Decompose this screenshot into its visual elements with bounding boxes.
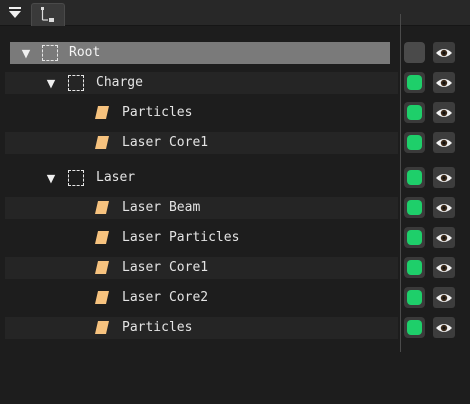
group-icon [68, 75, 84, 91]
eye-toggle-button[interactable] [433, 167, 455, 188]
tab-outliner[interactable] [31, 3, 65, 26]
object-icon [95, 106, 109, 119]
tree-row-label: Laser Core2 [122, 290, 209, 305]
eye-icon [436, 173, 452, 182]
eye-toggle-button[interactable] [433, 132, 455, 153]
visibility-toggle[interactable] [404, 197, 425, 218]
tree-row-label: Laser Core1 [122, 260, 209, 275]
eye-toggle-button[interactable] [433, 197, 455, 218]
tree-row-label: Root [69, 45, 101, 60]
eye-toggle-button[interactable] [433, 72, 455, 93]
visibility-on-indicator [407, 200, 422, 215]
tree-row-particles[interactable]: Particles [5, 317, 398, 339]
visibility-toggle[interactable] [404, 132, 425, 153]
object-icon [95, 231, 109, 244]
object-icon [95, 261, 109, 274]
expand-arrow-icon[interactable]: ▼ [45, 76, 57, 90]
visibility-on-indicator [407, 135, 422, 150]
eye-toggle-button[interactable] [433, 102, 455, 123]
eye-toggle-button[interactable] [433, 257, 455, 278]
eye-icon [436, 138, 452, 147]
visibility-on-indicator [407, 105, 422, 120]
hamburger-dropdown-icon [9, 7, 21, 18]
eye-icon [436, 233, 452, 242]
outliner-tree-icon [41, 7, 54, 22]
tree-row-label: Charge [96, 75, 143, 90]
visibility-toggle[interactable] [404, 257, 425, 278]
eye-icon [436, 108, 452, 117]
object-icon [95, 136, 109, 149]
visibility-on-indicator [407, 170, 422, 185]
eye-icon [436, 48, 452, 57]
tree-row-laser-beam[interactable]: Laser Beam [5, 197, 398, 219]
tree-row-laser-particles[interactable]: Laser Particles [5, 227, 398, 249]
visibility-on-indicator [407, 75, 422, 90]
visibility-on-indicator [407, 290, 422, 305]
menu-dropdown-button[interactable] [4, 3, 26, 23]
visibility-toggle[interactable] [404, 287, 425, 308]
tree-row-laser[interactable]: ▼ Laser [5, 167, 398, 189]
visibility-toggle[interactable] [404, 72, 425, 93]
tree-row-label: Laser [96, 170, 136, 185]
tree-row-label: Particles [122, 320, 193, 335]
tree-row-label: Laser Core1 [122, 135, 209, 150]
expand-arrow-icon[interactable]: ▼ [45, 171, 57, 185]
tree-row-label: Laser Particles [122, 230, 240, 245]
visibility-on-indicator [407, 230, 422, 245]
visibility-toggle[interactable] [404, 167, 425, 188]
eye-toggle-button[interactable] [433, 42, 455, 63]
eye-toggle-button[interactable] [433, 227, 455, 248]
object-icon [95, 321, 109, 334]
eye-toggle-button[interactable] [433, 287, 455, 308]
tree-row-laser-core1[interactable]: Laser Core1 [5, 132, 398, 154]
tree-row-laser-core2[interactable]: Laser Core2 [5, 287, 398, 309]
tree-row-laser-core1[interactable]: Laser Core1 [5, 257, 398, 279]
object-icon [95, 201, 109, 214]
eye-icon [436, 293, 452, 302]
tree-row-root[interactable]: ▼ Root [10, 42, 390, 64]
object-icon [95, 291, 109, 304]
tree-row-particles[interactable]: Particles [5, 102, 398, 124]
eye-icon [436, 263, 452, 272]
expand-arrow-icon[interactable]: ▼ [20, 46, 32, 60]
group-icon [42, 45, 58, 61]
visibility-toggle[interactable] [404, 42, 425, 63]
eye-icon [436, 203, 452, 212]
eye-icon [436, 78, 452, 87]
visibility-on-indicator [407, 320, 422, 335]
visibility-toggle[interactable] [404, 227, 425, 248]
tree-row-label: Particles [122, 105, 193, 120]
eye-icon [436, 323, 452, 332]
eye-toggle-button[interactable] [433, 317, 455, 338]
visibility-toggle[interactable] [404, 102, 425, 123]
column-divider[interactable] [400, 14, 401, 352]
group-icon [68, 170, 84, 186]
visibility-on-indicator [407, 260, 422, 275]
tree-row-label: Laser Beam [122, 200, 201, 215]
tree-row-charge[interactable]: ▼ Charge [5, 72, 398, 94]
visibility-toggle[interactable] [404, 317, 425, 338]
